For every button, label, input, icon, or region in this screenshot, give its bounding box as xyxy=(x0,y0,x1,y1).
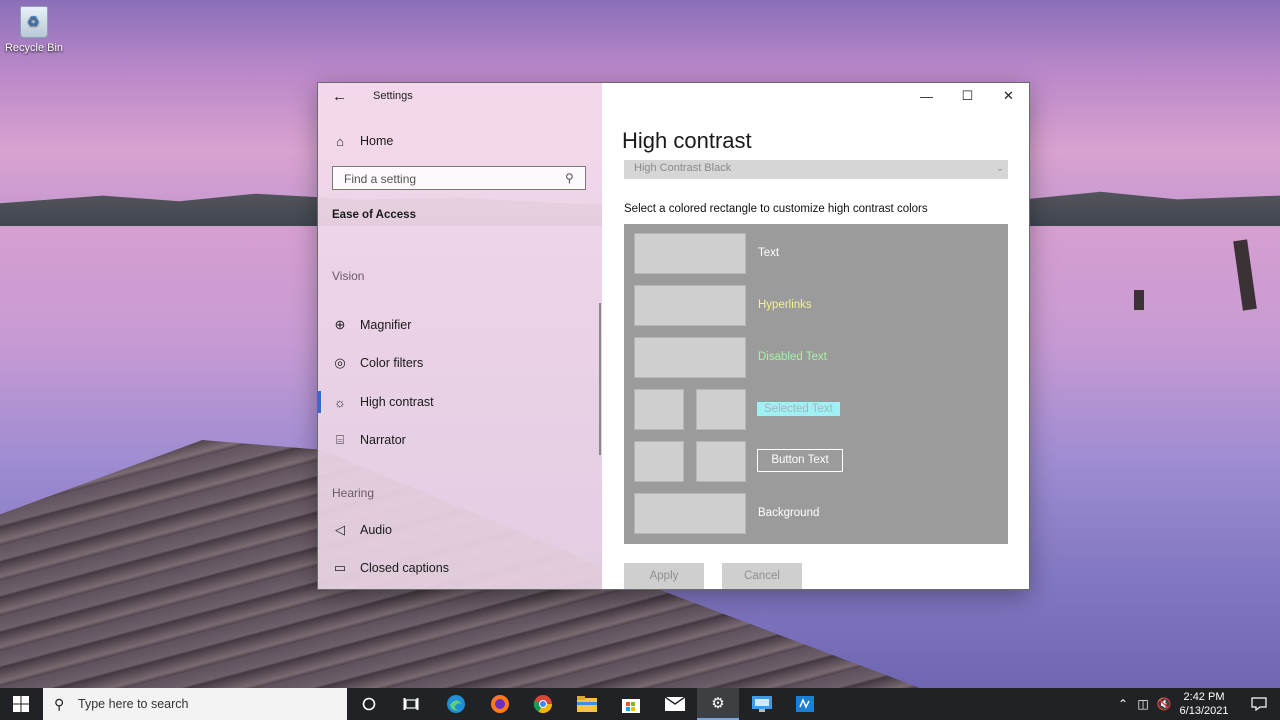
color-filters-icon: ◎ xyxy=(334,355,346,370)
sidebar-item-label: Color filters xyxy=(360,356,424,370)
sidebar-item-audio[interactable]: ◁ Audio xyxy=(332,520,392,540)
sidebar-item-label: High contrast xyxy=(360,395,434,409)
sidebar-item-high-contrast[interactable]: ☼ High contrast xyxy=(332,392,434,412)
start-button[interactable] xyxy=(0,688,42,720)
high-contrast-preview: Text Hyperlinks Disabled Text Selected T… xyxy=(624,224,1008,544)
wallpaper-post xyxy=(1134,290,1144,310)
sidebar-item-label: Closed captions xyxy=(360,561,449,575)
preview-label-disabled-text: Disabled Text xyxy=(758,351,827,363)
file-explorer-icon[interactable] xyxy=(566,688,608,720)
search-input[interactable] xyxy=(342,170,556,188)
clock-time: 2:42 PM xyxy=(1183,691,1225,703)
sidebar-item-narrator[interactable]: ⌸ Narrator xyxy=(332,430,406,450)
remote-desktop-icon[interactable] xyxy=(741,688,783,720)
button-text-bg-swatch[interactable] xyxy=(696,441,746,482)
chevron-up-icon[interactable]: ⌃ xyxy=(1114,697,1132,711)
text-color-swatch[interactable] xyxy=(634,233,746,274)
recycle-bin-icon xyxy=(20,6,48,38)
hyperlinks-color-swatch[interactable] xyxy=(634,285,746,326)
settings-sidebar: ← Settings ⌂ Home ⚲ Ease of Access Visio… xyxy=(318,83,602,589)
apply-button[interactable]: Apply xyxy=(624,563,704,589)
selected-text-bg-swatch[interactable] xyxy=(696,389,746,430)
close-button[interactable]: ✕ xyxy=(988,83,1029,109)
magnifier-icon: ⊕ xyxy=(334,317,346,332)
preview-label-background: Background xyxy=(758,507,820,519)
taskbar-search-placeholder: Type here to search xyxy=(78,697,189,711)
preview-label-button-text: Button Text xyxy=(757,449,843,472)
preview-label-selected-text: Selected Text xyxy=(757,402,840,416)
settings-icon[interactable]: ⚙ xyxy=(697,688,739,720)
volume-muted-icon[interactable]: 🔇 xyxy=(1154,697,1174,711)
cortana-icon[interactable] xyxy=(348,688,390,720)
group-heading-hearing: Hearing xyxy=(332,486,375,500)
home-icon: ⌂ xyxy=(336,133,344,149)
sidebar-item-closed-captions[interactable]: ▭ Closed captions xyxy=(332,558,449,578)
back-arrow-icon[interactable]: ← xyxy=(332,89,348,105)
cancel-button[interactable]: Cancel xyxy=(722,563,802,589)
theme-dropdown[interactable]: High Contrast Black ⌄ xyxy=(624,160,1008,179)
group-heading-vision: Vision xyxy=(332,269,365,283)
task-view-icon[interactable] xyxy=(390,688,432,720)
taskbar: ⚲ Type here to search ⚙ ⌃ ◫ 🔇 2:42 PM 6/… xyxy=(0,688,1280,720)
sidebar-item-label: Audio xyxy=(360,523,392,537)
store-icon[interactable] xyxy=(610,688,652,720)
minimize-button[interactable]: — xyxy=(906,83,947,109)
maximize-button[interactable]: ☐ xyxy=(947,83,988,109)
mail-icon[interactable] xyxy=(654,688,696,720)
sidebar-item-label: Home xyxy=(360,134,394,148)
edge-icon[interactable] xyxy=(435,688,477,720)
theme-dropdown-value: High Contrast Black xyxy=(634,162,732,174)
page-title: High contrast xyxy=(622,128,752,153)
find-setting-search[interactable]: ⚲ xyxy=(332,166,586,190)
taskbar-clock[interactable]: 2:42 PM 6/13/2021 xyxy=(1172,690,1236,718)
preview-label-hyperlinks: Hyperlinks xyxy=(758,299,812,311)
instruction-text: Select a colored rectangle to customize … xyxy=(624,203,928,215)
recycle-bin-label: Recycle Bin xyxy=(4,42,64,54)
sidebar-item-magnifier[interactable]: ⊕ Magnifier xyxy=(332,315,412,335)
narrator-icon: ⌸ xyxy=(336,432,344,447)
recycle-bin[interactable]: Recycle Bin xyxy=(4,6,64,54)
app-icon[interactable] xyxy=(784,688,826,720)
network-icon[interactable]: ◫ xyxy=(1132,697,1154,711)
settings-content: — ☐ ✕ High contrast High Contrast Black … xyxy=(602,83,1029,589)
sidebar-scrollbar[interactable] xyxy=(599,303,601,455)
settings-window: ← Settings ⌂ Home ⚲ Ease of Access Visio… xyxy=(318,83,1029,589)
firefox-icon[interactable] xyxy=(479,688,521,720)
sidebar-item-home[interactable]: ⌂ Home xyxy=(332,131,393,151)
section-title: Ease of Access xyxy=(332,209,416,221)
chrome-icon[interactable] xyxy=(522,688,564,720)
clock-date: 6/13/2021 xyxy=(1179,705,1229,717)
chevron-down-icon: ⌄ xyxy=(995,163,1004,174)
windows-logo-icon xyxy=(13,696,29,712)
disabled-text-color-swatch[interactable] xyxy=(634,337,746,378)
audio-icon: ◁ xyxy=(335,522,345,537)
background-color-swatch[interactable] xyxy=(634,493,746,534)
high-contrast-icon: ☼ xyxy=(334,394,346,410)
window-controls: — ☐ ✕ xyxy=(906,83,1029,109)
notifications-icon[interactable] xyxy=(1238,688,1280,720)
button-text-fg-swatch[interactable] xyxy=(634,441,684,482)
selected-text-fg-swatch[interactable] xyxy=(634,389,684,430)
search-icon: ⚲ xyxy=(54,696,65,712)
sidebar-item-color-filters[interactable]: ◎ Color filters xyxy=(332,353,423,373)
search-icon[interactable]: ⚲ xyxy=(565,171,579,185)
sidebar-item-label: Narrator xyxy=(360,433,406,447)
system-tray: ⌃ ◫ 🔇 xyxy=(1114,688,1174,720)
window-title: Settings xyxy=(373,90,413,102)
sidebar-item-label: Magnifier xyxy=(360,318,412,332)
preview-label-text: Text xyxy=(758,247,780,259)
closed-captions-icon: ▭ xyxy=(333,560,347,575)
active-item-indicator xyxy=(318,391,321,413)
taskbar-search-box[interactable]: ⚲ Type here to search xyxy=(43,688,347,720)
